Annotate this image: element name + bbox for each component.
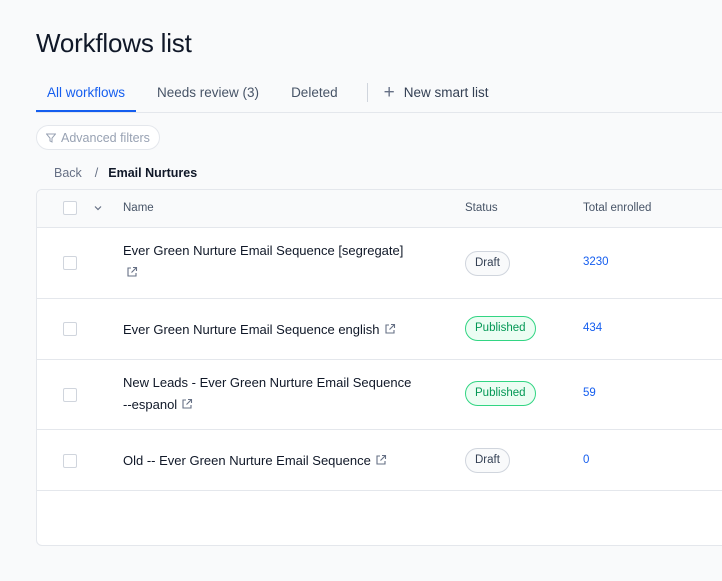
total-enrolled-link[interactable]: 3230 [583, 256, 609, 268]
status-badge: Published [465, 381, 536, 406]
table-row[interactable]: Ever Green Nurture Email Sequence englis… [37, 299, 722, 360]
workflow-name[interactable]: Ever Green Nurture Email Sequence englis… [123, 319, 433, 341]
breadcrumb: Back / Email Nurtures [54, 166, 197, 180]
filter-icon [46, 133, 56, 143]
column-header-total-enrolled[interactable]: Total enrolled [583, 202, 651, 214]
tab-divider [366, 83, 368, 102]
row-checkbox[interactable] [63, 322, 77, 336]
tab-needs-review[interactable]: Needs review (3) [146, 78, 270, 112]
external-link-icon[interactable] [181, 398, 193, 410]
table-row[interactable]: New Leads - Ever Green Nurture Email Seq… [37, 360, 722, 430]
status-badge: Draft [465, 251, 510, 276]
total-enrolled-link[interactable]: 59 [583, 387, 596, 399]
row-checkbox[interactable] [63, 388, 77, 402]
status-badge: Published [465, 316, 536, 341]
row-checkbox[interactable] [63, 454, 77, 468]
table-row[interactable]: Old -- Ever Green Nurture Email Sequence… [37, 430, 722, 491]
chevron-down-icon[interactable] [93, 203, 103, 213]
workflow-name[interactable]: Ever Green Nurture Email Sequence [segre… [123, 240, 433, 284]
tab-deleted[interactable]: Deleted [280, 78, 349, 112]
column-header-name[interactable]: Name [123, 202, 154, 214]
breadcrumb-separator: / [94, 166, 99, 180]
new-smart-list-label: New smart list [403, 84, 489, 100]
workflow-name[interactable]: Old -- Ever Green Nurture Email Sequence [123, 450, 433, 472]
row-checkbox[interactable] [63, 256, 77, 270]
advanced-filters-label: Advanced filters [61, 130, 150, 145]
status-badge: Draft [465, 448, 510, 473]
table-header: Name Status Total enrolled [37, 190, 722, 228]
workflows-table: Name Status Total enrolled Ever Green Nu… [36, 189, 722, 546]
select-all-checkbox[interactable] [63, 201, 77, 215]
total-enrolled-link[interactable]: 434 [583, 322, 602, 334]
plus-icon: + [383, 81, 395, 103]
column-header-status[interactable]: Status [465, 202, 498, 214]
table-row[interactable]: Ever Green Nurture Email Sequence [segre… [37, 228, 722, 299]
tab-bar: All workflows Needs review (3) Deleted +… [36, 78, 722, 113]
external-link-icon[interactable] [375, 454, 387, 466]
page-title: Workflows list [36, 28, 192, 58]
breadcrumb-current: Email Nurtures [108, 166, 198, 180]
new-smart-list-button[interactable]: + New smart list [374, 78, 499, 106]
tab-all-workflows[interactable]: All workflows [36, 78, 137, 112]
external-link-icon[interactable] [384, 323, 396, 335]
workflow-name[interactable]: New Leads - Ever Green Nurture Email Seq… [123, 372, 433, 416]
total-enrolled-link[interactable]: 0 [583, 454, 589, 466]
external-link-icon[interactable] [126, 266, 138, 278]
advanced-filters-button[interactable]: Advanced filters [36, 125, 160, 150]
breadcrumb-back-link[interactable]: Back [54, 166, 82, 180]
